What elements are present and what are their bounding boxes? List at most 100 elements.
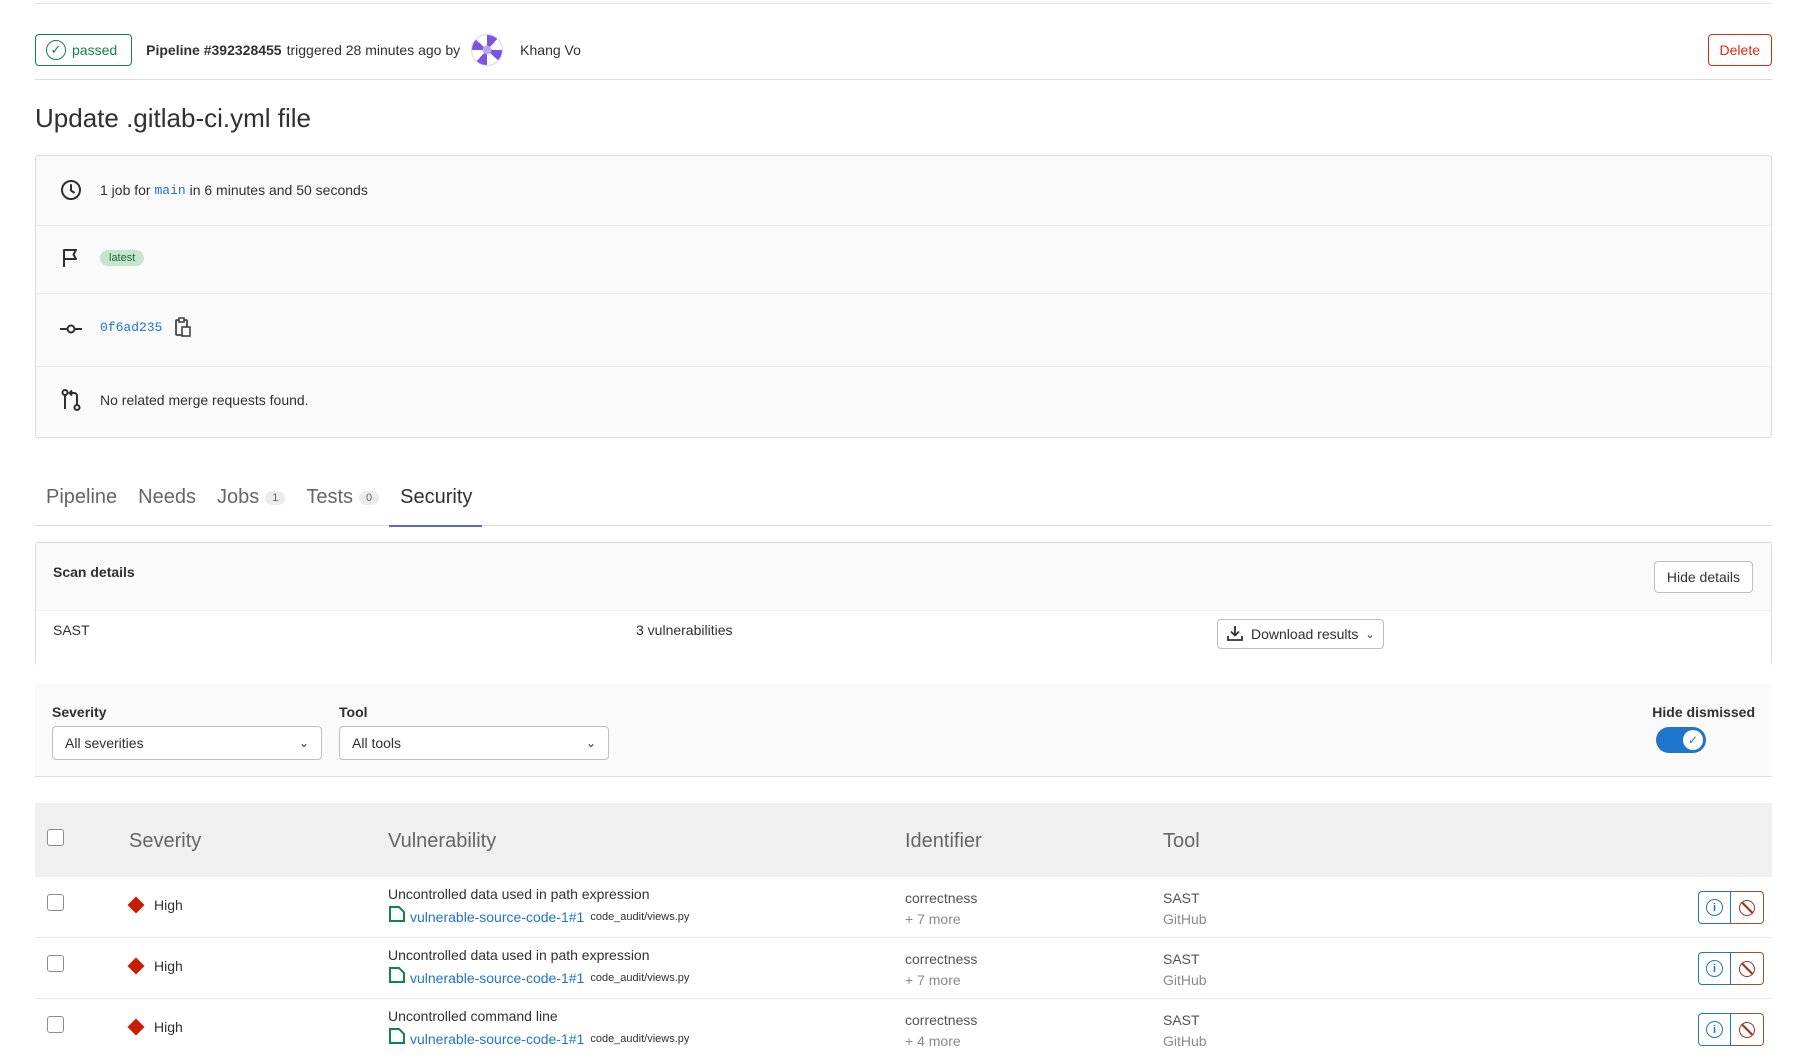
tool-name: SAST <box>1163 951 1200 967</box>
tab-count: 0 <box>359 490 380 505</box>
commit-sha[interactable]: 0f6ad235 <box>100 320 162 335</box>
file-icon <box>388 966 406 989</box>
status-label: passed <box>72 41 118 58</box>
more-identifiers[interactable]: + 4 more <box>905 1033 961 1049</box>
flag-icon <box>58 247 84 269</box>
severity-high-icon <box>127 957 145 975</box>
more-identifiers[interactable]: + 7 more <box>905 972 961 988</box>
table-row: High Uncontrolled command line vulnerabl… <box>35 999 1772 1060</box>
tab-security[interactable]: Security <box>389 486 483 527</box>
check-icon: ✓ <box>1683 730 1703 750</box>
vulnerability-location: vulnerable-source-code-1#1 code_audit/vi… <box>388 1027 689 1050</box>
tab-label: Jobs <box>216 486 260 508</box>
user-name[interactable]: Khang Vo <box>520 42 581 58</box>
latest-badge: latest <box>100 250 145 266</box>
severity-label: High <box>154 897 183 913</box>
file-path: code_audit/views.py <box>590 971 690 984</box>
chevron-down-icon: ⌄ <box>585 736 596 750</box>
tab-count: 1 <box>265 490 286 505</box>
row-checkbox[interactable] <box>47 955 64 972</box>
dismiss-button[interactable] <box>1731 952 1764 985</box>
info-icon: i <box>1706 1021 1723 1038</box>
jobs-row: 1 job for main in 6 minutes and 50 secon… <box>36 176 1771 204</box>
more-info-button[interactable]: i <box>1698 891 1731 924</box>
file-path: code_audit/views.py <box>590 910 690 923</box>
tool-cell: SAST GitHub <box>1163 949 1207 991</box>
severity-filter-label: Severity <box>52 704 107 720</box>
branch-link[interactable]: main <box>154 183 185 198</box>
project-link[interactable]: vulnerable-source-code-1#1 <box>410 1031 584 1047</box>
status-badge[interactable]: ✓ passed <box>35 33 133 66</box>
vulnerability-title[interactable]: Uncontrolled data used in path expressio… <box>388 886 650 902</box>
pipeline-info: Pipeline #392328455 triggered 28 minutes… <box>146 33 581 66</box>
download-results-button[interactable]: Download results ⌄ <box>1217 619 1384 649</box>
more-info-button[interactable]: i <box>1698 1013 1731 1046</box>
severity-select-value: All severities <box>65 735 144 751</box>
project-link[interactable]: vulnerable-source-code-1#1 <box>410 970 584 986</box>
hide-details-button[interactable]: Hide details <box>1653 561 1753 593</box>
dismiss-button[interactable] <box>1731 891 1764 924</box>
tab-label: Security <box>400 486 473 508</box>
pipeline-id: Pipeline #392328455 <box>146 41 282 58</box>
tab-label: Pipeline <box>46 486 118 508</box>
tab-pipeline[interactable]: Pipeline <box>35 486 127 525</box>
more-identifiers[interactable]: + 7 more <box>905 911 961 927</box>
check-circle-icon: ✓ <box>46 39 66 60</box>
identifier: correctness <box>905 890 978 906</box>
column-vulnerability[interactable]: Vulnerability <box>388 830 496 853</box>
identifier-cell: correctness + 7 more <box>905 949 977 991</box>
column-severity[interactable]: Severity <box>129 830 201 853</box>
tool-select[interactable]: All tools ⌄ <box>339 726 609 760</box>
tab-jobs[interactable]: Jobs 1 <box>206 486 295 525</box>
vulnerability-count: 3 vulnerabilities <box>636 622 733 638</box>
scan-details: Scan details Hide details SAST 3 vulnera… <box>35 542 1772 666</box>
tool-name: SAST <box>1163 890 1200 906</box>
info-icon: i <box>1706 960 1723 977</box>
page-title: Update .gitlab-ci.yml file <box>35 103 311 133</box>
row-checkbox[interactable] <box>47 1016 64 1033</box>
download-icon <box>1226 624 1244 645</box>
commit-row: 0f6ad235 <box>36 312 1771 342</box>
vulnerability-title[interactable]: Uncontrolled command line <box>388 1008 558 1024</box>
identifier: correctness <box>905 1012 978 1028</box>
tab-tests[interactable]: Tests 0 <box>295 486 389 525</box>
table-row: High Uncontrolled data used in path expr… <box>35 877 1772 938</box>
vulnerability-location: vulnerable-source-code-1#1 code_audit/vi… <box>388 966 689 989</box>
row-actions: i <box>1698 1013 1764 1046</box>
pipeline-tabs: Pipeline Needs Jobs 1 Tests 0 Security <box>35 464 1772 527</box>
project-link[interactable]: vulnerable-source-code-1#1 <box>410 909 584 925</box>
info-icon: i <box>1706 899 1723 916</box>
clock-icon <box>58 179 84 201</box>
row-checkbox[interactable] <box>47 894 64 911</box>
duration-text: in 6 minutes and 50 seconds <box>189 182 368 198</box>
delete-button[interactable]: Delete <box>1707 33 1772 66</box>
severity-cell: High <box>127 896 183 914</box>
more-info-button[interactable]: i <box>1698 952 1731 985</box>
tool-cell: SAST GitHub <box>1163 1010 1207 1052</box>
commit-icon <box>58 316 84 338</box>
security-filters: Severity All severities ⌄ Tool All tools… <box>35 684 1772 777</box>
tab-label: Needs <box>138 486 196 508</box>
column-tool[interactable]: Tool <box>1163 830 1200 853</box>
identifier-cell: correctness + 7 more <box>905 888 977 930</box>
identifier: correctness <box>905 951 978 967</box>
triggered-text: triggered 28 minutes ago by <box>286 41 461 58</box>
tool-cell: SAST GitHub <box>1163 888 1207 930</box>
select-all-checkbox[interactable] <box>47 829 64 846</box>
avatar[interactable] <box>471 33 504 66</box>
vulnerability-title[interactable]: Uncontrolled data used in path expressio… <box>388 947 650 963</box>
pipeline-summary: 1 job for main in 6 minutes and 50 secon… <box>35 155 1772 438</box>
hide-dismissed-toggle[interactable]: ✓ <box>1656 727 1706 753</box>
dismiss-button[interactable] <box>1731 1013 1764 1046</box>
identifier-cell: correctness + 4 more <box>905 1010 977 1052</box>
divider <box>36 366 1771 367</box>
tab-needs[interactable]: Needs <box>127 486 206 525</box>
severity-select[interactable]: All severities ⌄ <box>52 726 322 760</box>
file-path: code_audit/views.py <box>590 1032 690 1045</box>
copy-icon[interactable] <box>174 316 192 338</box>
scan-row: SAST 3 vulnerabilities Download results … <box>36 610 1771 666</box>
divider <box>36 293 1771 294</box>
column-identifier[interactable]: Identifier <box>905 830 982 853</box>
tool-name: SAST <box>1163 1012 1200 1028</box>
file-icon <box>388 905 406 928</box>
